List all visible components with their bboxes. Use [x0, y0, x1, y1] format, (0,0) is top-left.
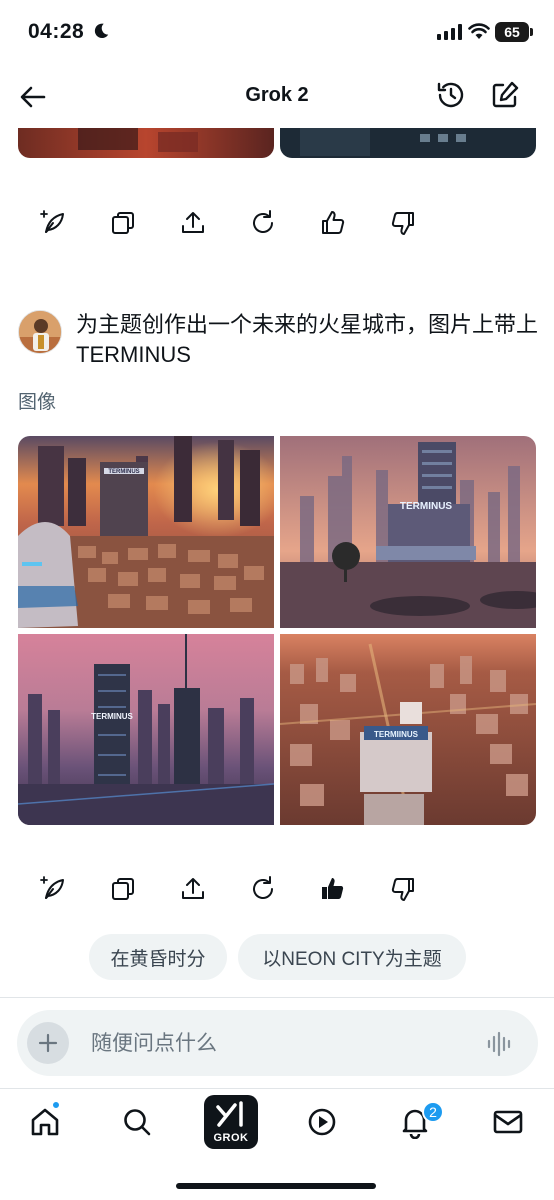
- thumbs-down-icon[interactable]: [388, 208, 418, 238]
- image-response-label: 图像: [18, 392, 57, 413]
- home-notification-dot: [52, 1101, 60, 1109]
- message-input[interactable]: [91, 1029, 461, 1059]
- chat-content[interactable]: 为主题创作出一个未来的火星城市，图片上带上TERMINUS 图像 TERMINU…: [0, 128, 554, 998]
- status-time: 04:28: [28, 20, 85, 43]
- divider: [0, 997, 554, 998]
- history-icon[interactable]: [434, 78, 468, 112]
- regenerate-style-icon[interactable]: [38, 874, 68, 904]
- play-icon[interactable]: [305, 1105, 339, 1139]
- copy-icon[interactable]: [108, 874, 138, 904]
- suggestion-chips: 在黄昏时分 以NEON CITY为主题: [0, 934, 554, 980]
- generated-image-1[interactable]: TERMINUS: [18, 436, 274, 628]
- compose-icon[interactable]: [488, 78, 522, 112]
- message-actions-2: [0, 870, 554, 910]
- generated-image-4[interactable]: TERMIINUS: [280, 634, 536, 825]
- search-icon[interactable]: [120, 1105, 154, 1139]
- moon-icon: [94, 23, 109, 39]
- battery-indicator: 65: [495, 22, 529, 42]
- home-indicator: [176, 1183, 376, 1189]
- thumbs-up-icon[interactable]: [318, 208, 348, 238]
- suggestion-chip[interactable]: 以NEON CITY为主题: [238, 934, 466, 980]
- home-icon[interactable]: [28, 1105, 62, 1139]
- thumbs-up-filled-icon[interactable]: [318, 874, 348, 904]
- previous-image-left[interactable]: [18, 128, 274, 158]
- suggestion-chip[interactable]: 在黄昏时分: [89, 934, 227, 980]
- grok-button[interactable]: GROK: [204, 1095, 258, 1149]
- refresh-icon[interactable]: [248, 874, 278, 904]
- image-1-sign: TERMINUS: [108, 469, 139, 475]
- grok-label: GROK: [213, 1132, 249, 1144]
- generated-image-3[interactable]: TERMINUS: [18, 634, 274, 825]
- message-actions: [0, 204, 554, 244]
- image-2-sign: TERMINUS: [400, 501, 453, 512]
- generated-image-2[interactable]: TERMINUS: [280, 436, 536, 628]
- copy-icon[interactable]: [108, 208, 138, 238]
- notifications-badge: 2: [422, 1101, 444, 1123]
- grok-logo-icon: [216, 1101, 243, 1127]
- plus-icon: [38, 1033, 58, 1053]
- wifi-icon: [468, 23, 490, 39]
- signal-icon: [437, 24, 462, 40]
- previous-image-right[interactable]: [280, 128, 536, 158]
- image-4-sign: TERMIINUS: [374, 730, 419, 739]
- refresh-icon[interactable]: [248, 208, 278, 238]
- status-bar: 04:28 65: [0, 0, 554, 64]
- regenerate-style-icon[interactable]: [38, 208, 68, 238]
- add-attachment-button[interactable]: [27, 1022, 69, 1064]
- header: Grok 2: [0, 64, 554, 128]
- composer: [17, 1010, 538, 1076]
- share-icon[interactable]: [178, 874, 208, 904]
- image-3-sign: TERMINUS: [91, 712, 133, 721]
- voice-waveform-icon[interactable]: [485, 1029, 515, 1059]
- page-title: Grok 2: [245, 84, 309, 106]
- share-icon[interactable]: [178, 208, 208, 238]
- thumbs-down-icon[interactable]: [388, 874, 418, 904]
- avatar[interactable]: [18, 310, 62, 354]
- user-message-text: 为主题创作出一个未来的火星城市，图片上带上TERMINUS: [76, 312, 539, 367]
- battery-tip: [530, 28, 533, 36]
- mail-icon[interactable]: [491, 1105, 525, 1139]
